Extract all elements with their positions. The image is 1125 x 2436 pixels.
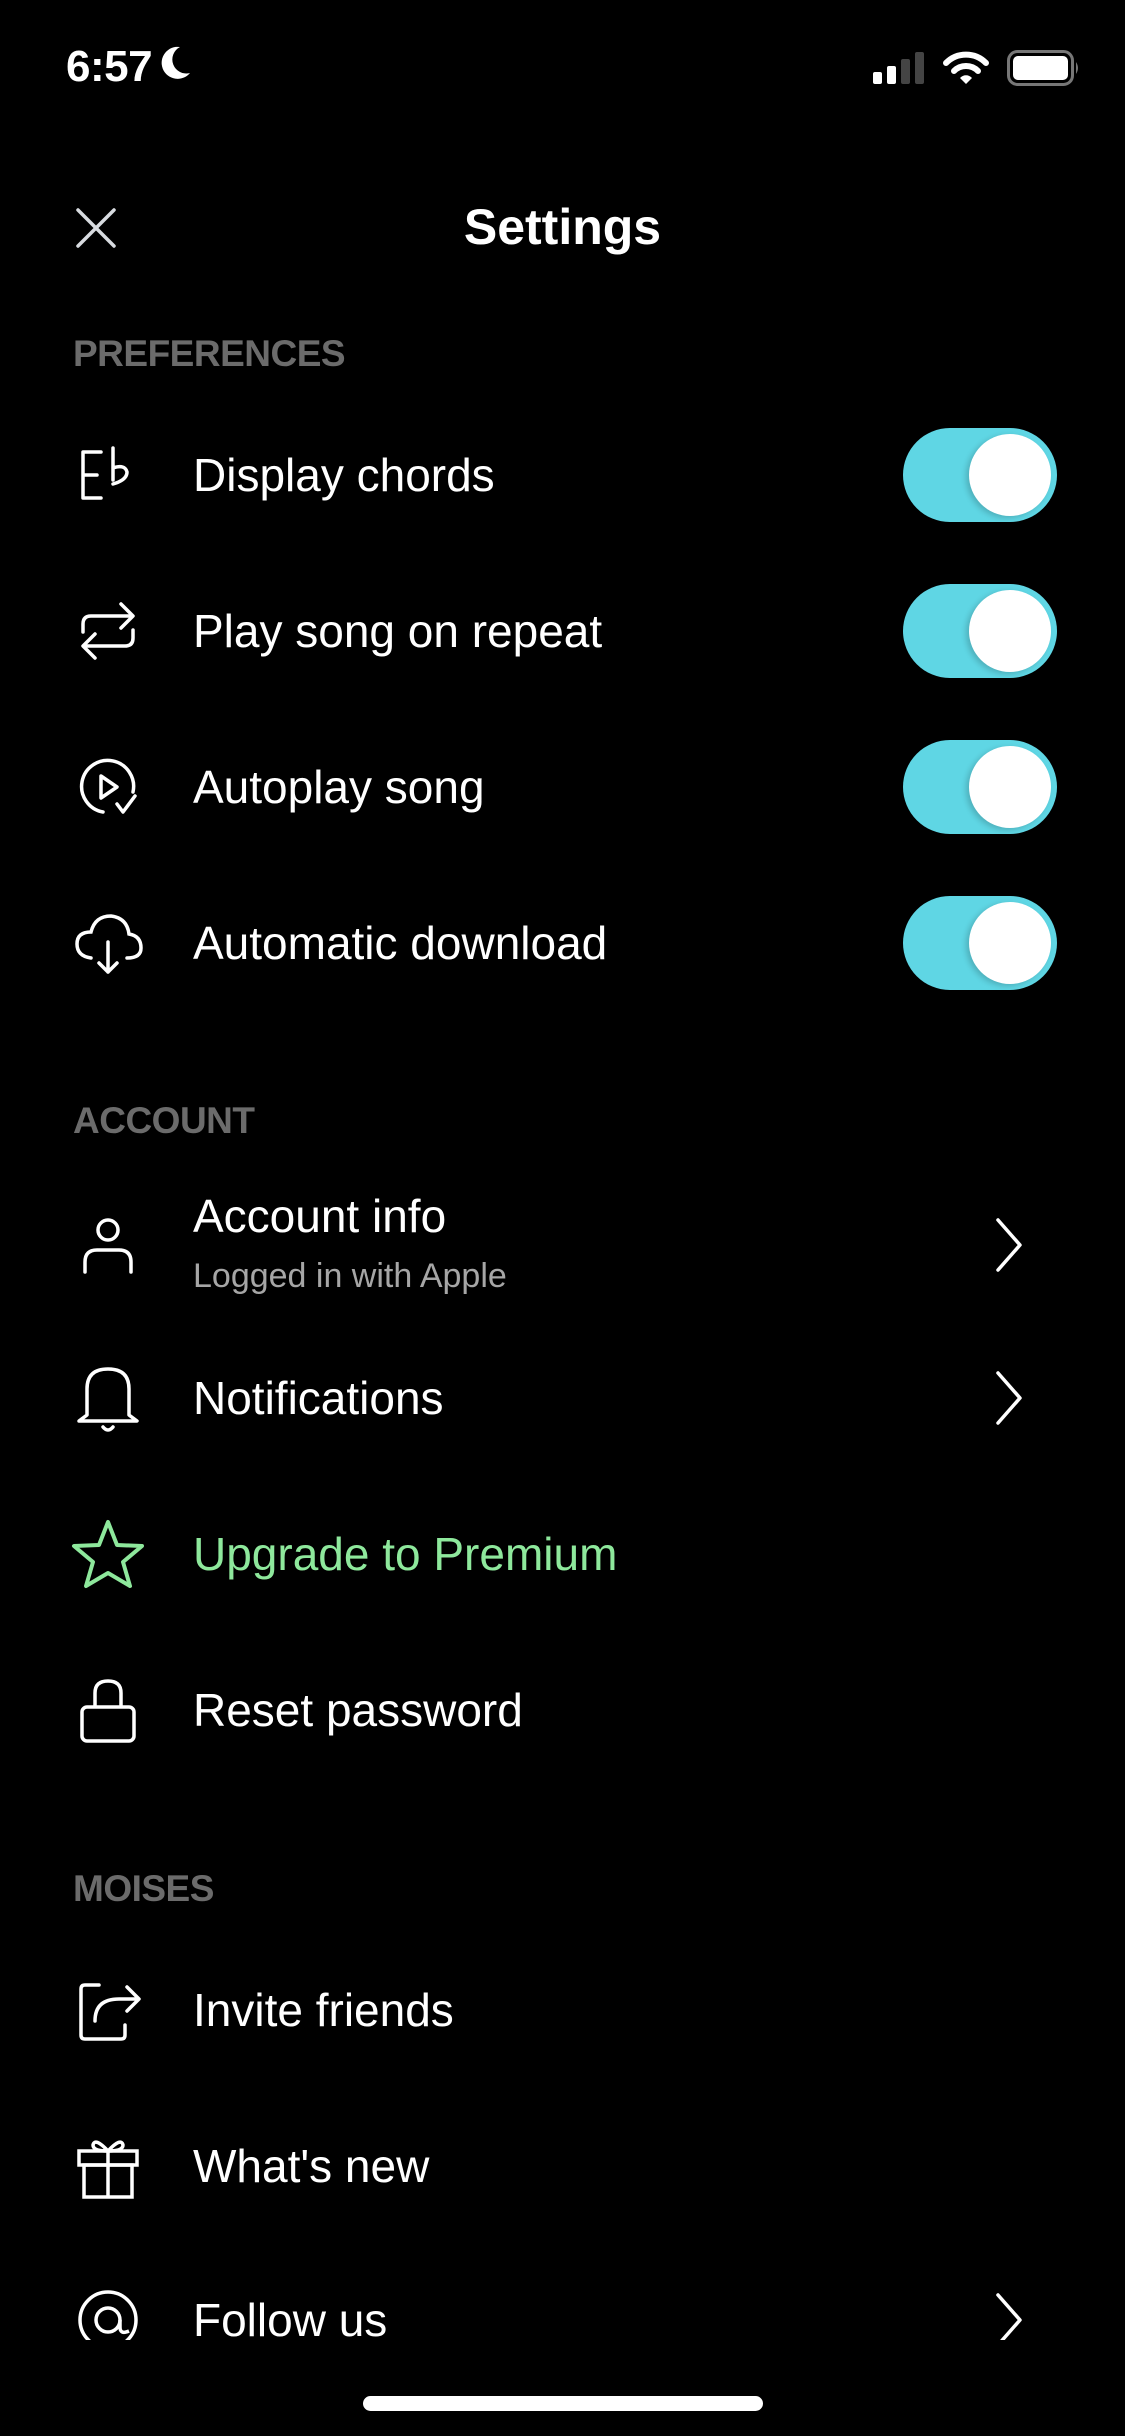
setting-label: Account info — [193, 1190, 447, 1242]
section-header-account: ACCOUNT — [73, 1100, 255, 1141]
display-chords-toggle[interactable] — [903, 428, 1057, 522]
bell-icon — [68, 1358, 148, 1438]
setting-subtitle: Logged in with Apple — [193, 1257, 507, 1295]
section-header-moises: MOISES — [73, 1868, 214, 1909]
setting-account-info[interactable]: Account info Logged in with Apple — [0, 1175, 1125, 1315]
auto-download-toggle[interactable] — [903, 896, 1057, 990]
repeat-toggle[interactable] — [903, 584, 1057, 678]
status-bar: 6:57 — [0, 0, 1125, 130]
setting-label: Automatic download — [193, 917, 608, 969]
setting-whats-new[interactable]: What's new — [0, 2101, 1125, 2231]
toggle-knob — [969, 902, 1051, 984]
setting-label: Reset password — [193, 1684, 523, 1736]
user-icon — [68, 1205, 148, 1285]
moon-icon — [158, 42, 192, 92]
setting-follow-us[interactable]: Follow us — [0, 2255, 1125, 2340]
cellular-signal-icon — [873, 52, 925, 89]
setting-label: Display chords — [193, 449, 495, 501]
cloud-download-icon — [68, 903, 148, 983]
setting-upgrade-premium[interactable]: Upgrade to Premium — [0, 1489, 1125, 1619]
setting-label: Follow us — [193, 2294, 388, 2340]
repeat-icon — [68, 591, 148, 671]
lock-icon — [68, 1670, 148, 1750]
star-icon — [68, 1514, 148, 1594]
page-title: Settings — [463, 199, 662, 255]
setting-notifications[interactable]: Notifications — [0, 1333, 1125, 1463]
autoplay-icon — [68, 747, 148, 827]
chord-eb-icon — [68, 435, 148, 515]
setting-reset-password[interactable]: Reset password — [0, 1645, 1125, 1775]
toggle-knob — [969, 590, 1051, 672]
clock: 6:57 — [66, 42, 153, 91]
section-header-preferences: PREFERENCES — [73, 333, 346, 374]
status-time: 6:57 — [66, 42, 192, 92]
share-icon — [68, 1970, 148, 2050]
toggle-knob — [969, 746, 1051, 828]
setting-label: Play song on repeat — [193, 605, 603, 657]
status-indicators — [873, 50, 1081, 91]
setting-play-on-repeat[interactable]: Play song on repeat — [0, 566, 1125, 696]
wifi-icon — [943, 51, 989, 90]
home-indicator[interactable] — [363, 2396, 763, 2411]
setting-autoplay-song[interactable]: Autoplay song — [0, 722, 1125, 852]
chevron-right-icon — [989, 2290, 1029, 2340]
chevron-right-icon — [989, 1368, 1029, 1428]
autoplay-toggle[interactable] — [903, 740, 1057, 834]
setting-label: What's new — [193, 2140, 430, 2192]
setting-display-chords[interactable]: Display chords — [0, 410, 1125, 540]
battery-icon — [1007, 50, 1081, 91]
navigation-bar: Settings — [0, 180, 1125, 270]
setting-label: Invite friends — [193, 1984, 454, 2036]
setting-label: Upgrade to Premium — [193, 1528, 618, 1580]
setting-label: Notifications — [193, 1372, 444, 1424]
setting-invite-friends[interactable]: Invite friends — [0, 1945, 1125, 2075]
gift-icon — [68, 2126, 148, 2206]
setting-label: Autoplay song — [193, 761, 485, 813]
at-sign-icon — [68, 2280, 148, 2340]
setting-automatic-download[interactable]: Automatic download — [0, 878, 1125, 1008]
toggle-knob — [969, 434, 1051, 516]
chevron-right-icon — [989, 1215, 1029, 1275]
